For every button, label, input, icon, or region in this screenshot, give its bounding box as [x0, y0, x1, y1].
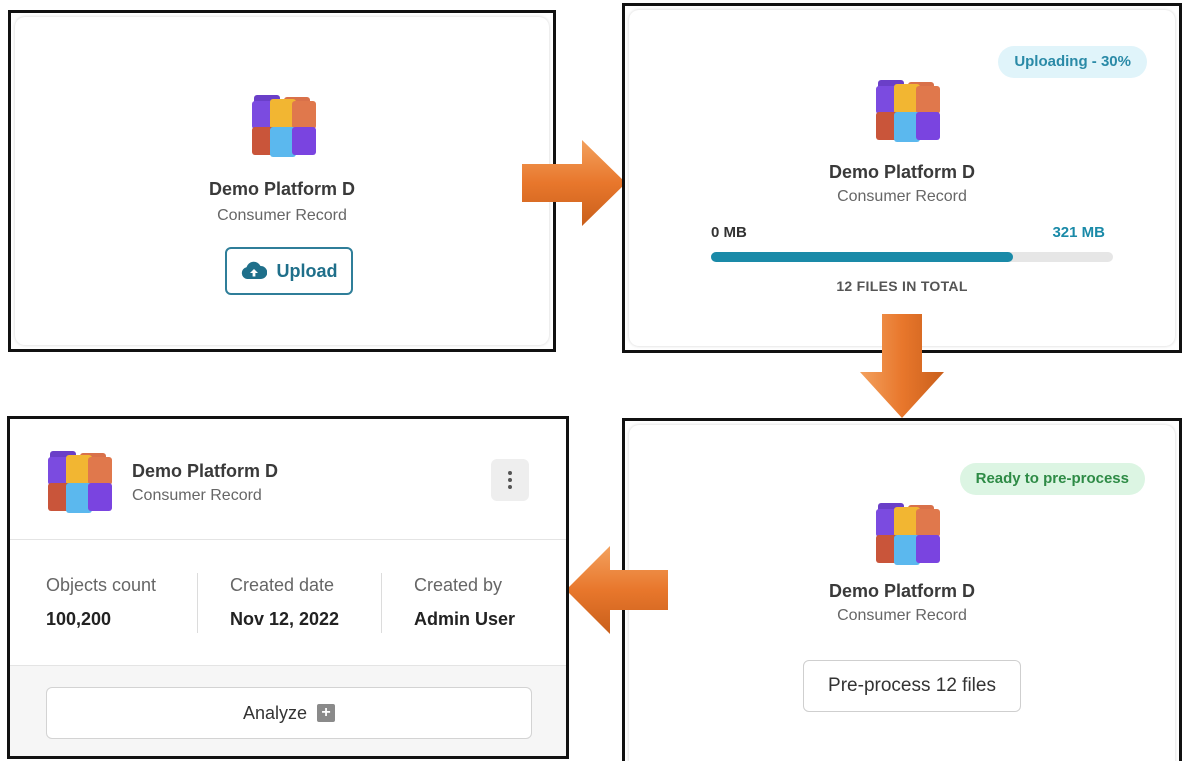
- uploading-card: Uploading - 30% Demo Platform D Consumer…: [629, 10, 1175, 346]
- ready-status-badge: Ready to pre-process: [959, 463, 1145, 495]
- stat-separator: [197, 573, 198, 633]
- stat-separator: [381, 573, 382, 633]
- created-date-value: Nov 12, 2022: [230, 609, 340, 629]
- progress-end-label: 321 MB: [1052, 224, 1105, 241]
- analyze-button-label: Analyze: [242, 702, 308, 723]
- upload-card-panel: Demo Platform D Consumer Record Upload: [8, 10, 556, 352]
- created-by-value: Admin User: [414, 609, 516, 629]
- platform-name: Demo Platform D: [132, 461, 279, 481]
- dataset-card-panel: Demo Platform D Consumer Record Objects …: [7, 416, 569, 759]
- upload-card: Demo Platform D Consumer Record Upload: [15, 17, 549, 345]
- upload-status-badge: Uploading - 30%: [998, 46, 1147, 78]
- record-type: Consumer Record: [217, 207, 347, 224]
- progress-start-label: 0 MB: [711, 224, 747, 241]
- plus-icon: +: [317, 704, 336, 722]
- upload-button[interactable]: Upload: [225, 247, 353, 295]
- platform-logo-icon: [876, 503, 940, 565]
- uploading-card-panel: Uploading - 30% Demo Platform D Consumer…: [622, 3, 1182, 353]
- created-date-label: Created date: [230, 575, 335, 595]
- arrow-down-icon: [860, 314, 944, 418]
- upload-button-label: Upload: [276, 260, 338, 281]
- footer-divider: [10, 665, 566, 666]
- platform-logo-icon: [48, 451, 112, 513]
- preprocess-card-panel: Ready to pre-process Demo Platform D Con…: [622, 418, 1182, 761]
- created-by-label: Created by: [414, 575, 503, 595]
- platform-logo-icon: [252, 95, 316, 157]
- record-type: Consumer Record: [132, 487, 262, 504]
- arrow-left-icon: [566, 546, 668, 634]
- record-type: Consumer Record: [837, 607, 967, 624]
- preprocess-card: Ready to pre-process Demo Platform D Con…: [629, 425, 1175, 761]
- objects-count-value: 100,200: [46, 609, 112, 629]
- upload-progress-bar: [711, 252, 1113, 262]
- platform-name: Demo Platform D: [828, 162, 976, 182]
- platform-name: Demo Platform D: [208, 179, 356, 199]
- kebab-menu-icon[interactable]: [491, 459, 529, 501]
- upload-progress-fill: [711, 252, 1013, 262]
- platform-name: Demo Platform D: [828, 581, 976, 601]
- platform-logo-icon: [876, 80, 940, 142]
- preprocess-button[interactable]: Pre-process 12 files: [803, 660, 1021, 712]
- arrow-right-icon: [522, 140, 626, 226]
- header-divider: [10, 539, 566, 540]
- files-total-label: 12 FILES IN TOTAL: [836, 278, 968, 294]
- record-type: Consumer Record: [837, 188, 967, 205]
- objects-count-label: Objects count: [46, 575, 157, 595]
- analyze-button[interactable]: Analyze +: [46, 687, 532, 739]
- cloud-upload-icon: [241, 261, 267, 279]
